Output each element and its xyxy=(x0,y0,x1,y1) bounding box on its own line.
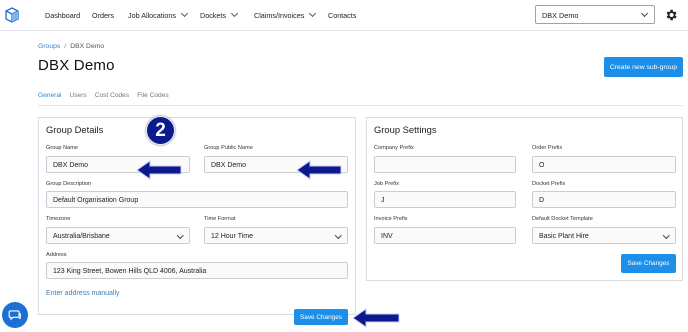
docket-prefix-label: Docket Prefix xyxy=(532,181,566,187)
cube-logo-icon[interactable] xyxy=(5,7,19,23)
nav-dockets-label: Dockets xyxy=(200,11,226,20)
docket-prefix-value: D xyxy=(539,196,545,204)
group-settings-title: Group Settings xyxy=(374,124,437,135)
nav-claims-invoices[interactable]: Claims/Invoices xyxy=(254,9,317,20)
annotation-arrow-left-icon xyxy=(296,160,342,180)
breadcrumb-groups-link[interactable]: Groups xyxy=(38,43,60,50)
create-sub-group-button[interactable]: Create new sub-group xyxy=(604,57,683,77)
breadcrumb-separator: / xyxy=(64,43,67,50)
job-prefix-value: J xyxy=(381,196,385,204)
invoice-prefix-value: INV xyxy=(381,232,393,240)
group-name-value: DBX Demo xyxy=(53,161,89,169)
group-public-name-label: Group Public Name xyxy=(204,145,253,151)
chevron-down-icon xyxy=(176,231,183,238)
invoice-prefix-input[interactable]: INV xyxy=(374,227,516,244)
nav-orders[interactable]: Orders xyxy=(92,11,114,20)
chevron-down-icon xyxy=(662,231,669,238)
group-description-value: Default Organisation Group xyxy=(53,196,139,204)
annotation-arrow-left-icon xyxy=(352,308,400,328)
default-docket-template-select[interactable]: Basic Plant Hire xyxy=(532,227,676,244)
group-details-title: Group Details xyxy=(46,124,104,135)
address-value: 123 King Street, Bowen Hills QLD 4006, A… xyxy=(53,267,207,275)
invoice-prefix-label: Invoice Prefix xyxy=(374,216,408,222)
tab-file-codes[interactable]: File Codes xyxy=(137,92,169,104)
nav-job-allocations[interactable]: Job Allocations xyxy=(128,9,188,20)
time-format-select[interactable]: 12 Hour Time xyxy=(204,227,348,244)
chevron-down-icon xyxy=(180,9,188,18)
timezone-select[interactable]: Australia/Brisbane xyxy=(46,227,190,244)
nav-job-allocations-label: Job Allocations xyxy=(128,11,176,20)
tab-bar: General Users Cost Codes File Codes xyxy=(38,92,177,104)
address-input[interactable]: 123 King Street, Bowen Hills QLD 4006, A… xyxy=(46,262,348,279)
save-settings-button[interactable]: Save Changes xyxy=(621,254,676,273)
breadcrumb-current: DBX Demo xyxy=(70,43,105,50)
group-public-name-value: DBX Demo xyxy=(211,161,247,169)
nav-dashboard[interactable]: Dashboard xyxy=(45,11,80,20)
chevron-down-icon xyxy=(640,9,649,18)
group-selector-value: DBX Demo xyxy=(542,11,579,20)
tab-general[interactable]: General xyxy=(38,92,61,104)
order-prefix-input[interactable]: O xyxy=(532,156,676,173)
nav-contacts-label: Contacts xyxy=(328,11,357,20)
group-description-input[interactable]: Default Organisation Group xyxy=(46,191,348,208)
step-number-badge: 2 xyxy=(146,116,175,145)
docket-prefix-input[interactable]: D xyxy=(532,191,676,208)
order-prefix-value: O xyxy=(539,161,545,169)
page-title: DBX Demo xyxy=(38,57,115,74)
nav-orders-label: Orders xyxy=(92,11,114,20)
order-prefix-label: Order Prefix xyxy=(532,145,563,151)
job-prefix-input[interactable]: J xyxy=(374,191,516,208)
nav-dashboard-label: Dashboard xyxy=(45,11,81,20)
tab-users[interactable]: Users xyxy=(69,92,86,104)
timezone-value: Australia/Brisbane xyxy=(53,232,110,240)
company-prefix-label: Company Prefix xyxy=(374,145,414,151)
nav-claims-invoices-label: Claims/Invoices xyxy=(254,11,305,20)
time-format-value: 12 Hour Time xyxy=(211,232,254,240)
top-navigation: Dashboard Orders Job Allocations Dockets… xyxy=(0,0,688,31)
group-name-label: Group Name xyxy=(46,145,79,151)
enter-address-manually-link[interactable]: Enter address manually xyxy=(46,290,120,297)
tab-cost-codes[interactable]: Cost Codes xyxy=(95,92,129,104)
job-prefix-label: Job Prefix xyxy=(374,181,399,187)
gear-icon[interactable] xyxy=(664,8,678,22)
chat-button[interactable] xyxy=(2,302,28,328)
group-details-card xyxy=(38,117,356,315)
save-changes-button[interactable]: Save Changes xyxy=(294,309,348,325)
tabs-divider xyxy=(38,105,683,106)
timezone-label: Timezone xyxy=(46,216,71,222)
nav-contacts[interactable]: Contacts xyxy=(328,11,356,20)
annotation-arrow-left-icon xyxy=(136,160,182,180)
group-description-label: Group Description xyxy=(46,181,92,187)
group-selector[interactable]: DBX Demo xyxy=(535,5,655,24)
address-label: Address xyxy=(46,252,67,258)
chevron-down-icon xyxy=(230,9,239,18)
default-docket-template-label: Default Docket Template xyxy=(532,216,593,222)
breadcrumb: Groups / DBX Demo xyxy=(38,43,104,50)
default-docket-template-value: Basic Plant Hire xyxy=(539,232,589,240)
company-prefix-input[interactable] xyxy=(374,156,516,173)
chevron-down-icon xyxy=(334,231,341,238)
chat-icon xyxy=(8,310,21,321)
nav-dockets[interactable]: Dockets xyxy=(200,9,239,20)
time-format-label: Time Format xyxy=(204,216,236,222)
chevron-down-icon xyxy=(309,9,317,18)
